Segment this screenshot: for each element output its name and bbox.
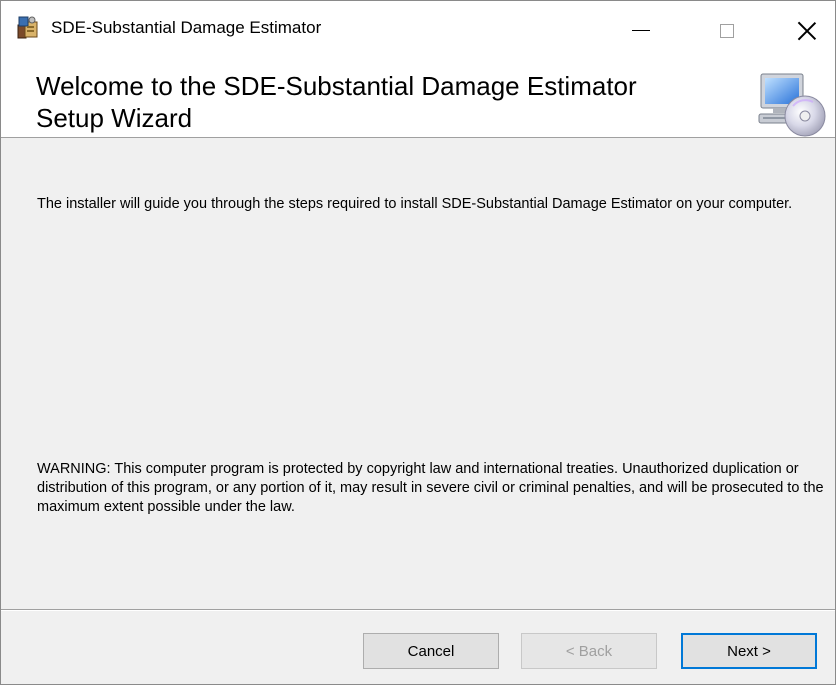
button-bar: Cancel < Back Next >: [1, 611, 835, 684]
next-button[interactable]: Next >: [681, 633, 817, 669]
minimize-icon: [632, 30, 650, 31]
installer-package-icon: [17, 16, 38, 39]
page-title: Welcome to the SDE-Substantial Damage Es…: [36, 71, 637, 133]
wizard-content: The installer will guide you through the…: [1, 139, 835, 608]
window-title: SDE-Substantial Damage Estimator: [51, 18, 322, 37]
intro-text: The installer will guide you through the…: [37, 196, 793, 212]
close-button[interactable]: [777, 1, 836, 60]
minimize-button[interactable]: [611, 1, 671, 60]
copyright-warning: WARNING: This computer program is protec…: [37, 461, 824, 515]
maximize-button[interactable]: [697, 1, 757, 60]
close-icon: [797, 21, 817, 41]
title-bar[interactable]: SDE-Substantial Damage Estimator: [1, 1, 835, 60]
maximize-icon: [720, 23, 734, 38]
cancel-button[interactable]: Cancel: [363, 633, 499, 669]
installer-window: SDE-Substantial Damage Estimator Welcome…: [0, 0, 836, 685]
header-banner: Welcome to the SDE-Substantial Damage Es…: [1, 60, 835, 138]
back-button[interactable]: < Back: [521, 633, 657, 669]
computer-cd-icon: [758, 73, 826, 137]
